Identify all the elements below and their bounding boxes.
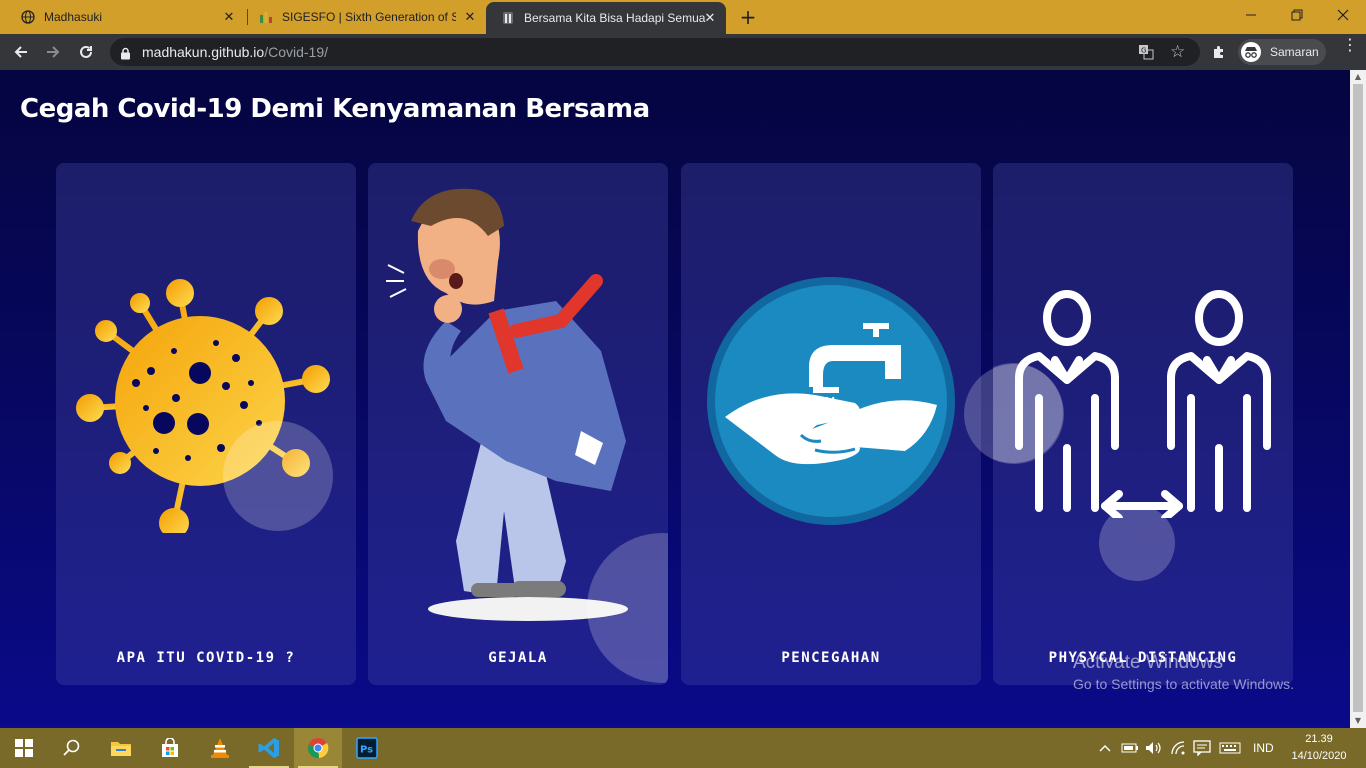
profile-button[interactable]: Samaran	[1238, 39, 1326, 65]
scrollbar-thumb[interactable]	[1353, 84, 1363, 712]
tab-title: Bersama Kita Bisa Hadapi Semua	[524, 11, 706, 25]
back-arrow-icon	[14, 46, 27, 58]
tab-title: Madhasuki	[44, 10, 103, 24]
wifi-icon[interactable]	[1170, 728, 1188, 768]
card-label: PENCEGAHAN	[781, 650, 881, 666]
svg-text:G: G	[1141, 47, 1146, 55]
tab-madhasuki[interactable]: Madhasuki ✕	[0, 0, 245, 34]
restore-button[interactable]	[1274, 0, 1320, 30]
photoshop-icon[interactable]: Ps	[343, 728, 391, 768]
start-icon[interactable]	[0, 728, 48, 768]
new-tab-button[interactable]: +	[736, 5, 760, 29]
store-icon[interactable]	[146, 728, 194, 768]
card-label: APA ITU COVID-19 ?	[116, 650, 296, 666]
activate-windows-watermark: Activate Windows Go to Settings to activ…	[1073, 652, 1294, 692]
notification-message-icon[interactable]	[1193, 728, 1211, 768]
close-window-button[interactable]	[1320, 0, 1366, 30]
profile-label: Samaran	[1270, 45, 1319, 59]
decorative-bubble	[964, 364, 1064, 464]
forward-arrow-icon	[47, 46, 60, 58]
address-bar[interactable]: madhakun.github.io/Covid-19/ G ☆	[110, 38, 1200, 66]
lock-icon[interactable]	[120, 45, 131, 64]
browser-menu-icon[interactable]: ⋮	[1342, 37, 1358, 53]
back-button[interactable]	[8, 39, 34, 65]
card-gejala[interactable]: GEJALA	[368, 163, 668, 685]
url-text: madhakun.github.io/Covid-19/	[142, 44, 329, 60]
chevron-up-icon	[1099, 745, 1111, 752]
show-hidden-icons[interactable]	[1098, 728, 1112, 768]
windows-taskbar: Ps IND 21.39 14/10/2020	[0, 728, 1366, 768]
vscode-icon[interactable]	[245, 728, 293, 768]
coughing-man-icon	[386, 188, 628, 621]
browser-toolbar: madhakun.github.io/Covid-19/ G ☆ Samaran…	[0, 34, 1366, 70]
reload-icon	[80, 45, 92, 58]
browser-tab-strip: Madhasuki ✕ SIGESFO | Sixth Generation o…	[0, 0, 1366, 34]
puzzle-icon	[1214, 46, 1223, 58]
tab-bersama-kita[interactable]: Bersama Kita Bisa Hadapi Semua ✕	[486, 2, 726, 34]
scroll-down-icon[interactable]: ▼	[1350, 714, 1366, 728]
minimize-button[interactable]	[1228, 0, 1274, 30]
reload-button[interactable]	[73, 39, 99, 65]
handwashing-icon	[707, 277, 955, 525]
translate-icon[interactable]: G	[1138, 44, 1154, 64]
watermark-line1: Activate Windows	[1073, 652, 1223, 673]
minimize-icon	[1246, 14, 1256, 16]
chrome-icon[interactable]	[294, 728, 342, 768]
globe-icon	[20, 9, 36, 25]
tab-sigesfo[interactable]: SIGESFO | Sixth Generation of SIS ✕	[238, 0, 486, 34]
keyboard-icon[interactable]	[1219, 728, 1241, 768]
tab-close-icon[interactable]: ✕	[702, 11, 718, 26]
page-favicon-icon	[500, 10, 516, 26]
card-pencegahan[interactable]: PENCEGAHAN	[681, 163, 981, 685]
forward-button[interactable]	[40, 39, 66, 65]
svg-text:Ps: Ps	[360, 745, 373, 756]
watermark-line2: Go to Settings to activate Windows.	[1073, 676, 1294, 692]
volume-icon[interactable]	[1145, 728, 1163, 768]
extensions-button[interactable]	[1206, 39, 1232, 65]
tab-close-icon[interactable]: ✕	[462, 10, 478, 25]
language-indicator[interactable]: IND	[1253, 728, 1274, 768]
clock-time: 21.39	[1305, 733, 1333, 745]
page-scrollbar[interactable]: ▲ ▼	[1350, 70, 1366, 728]
battery-icon[interactable]	[1121, 728, 1139, 768]
decorative-bubble	[223, 421, 333, 531]
card-label: GEJALA	[488, 650, 548, 666]
file-explorer-icon[interactable]	[97, 728, 145, 768]
bookmark-star-icon[interactable]: ☆	[1170, 42, 1185, 62]
search-icon[interactable]	[48, 728, 96, 768]
page-title: Cegah Covid-19 Demi Kenyamanan Bersama	[20, 94, 650, 124]
incognito-avatar-icon	[1241, 42, 1261, 62]
clock-date: 14/10/2020	[1291, 750, 1347, 762]
card-apa-itu-covid[interactable]: APA ITU COVID-19 ?	[56, 163, 356, 685]
page-viewport: Cegah Covid-19 Demi Kenyamanan Bersama A…	[0, 70, 1350, 728]
tab-title: SIGESFO | Sixth Generation of SIS	[282, 10, 456, 24]
system-clock[interactable]: 21.39 14/10/2020	[1284, 731, 1354, 765]
sigesfo-favicon-icon	[258, 9, 274, 25]
vlc-icon[interactable]	[196, 728, 244, 768]
tab-close-icon[interactable]: ✕	[221, 10, 237, 25]
close-icon	[1337, 9, 1349, 21]
restore-icon	[1291, 9, 1303, 21]
decorative-bubble	[1099, 505, 1175, 581]
scroll-up-icon[interactable]: ▲	[1350, 70, 1366, 84]
